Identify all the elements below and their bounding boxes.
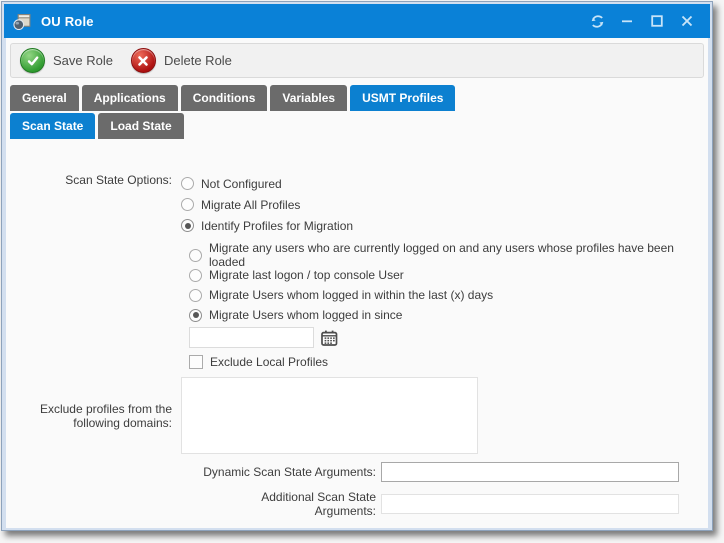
radio-label: Migrate any users who are currently logg… bbox=[209, 241, 705, 269]
tab-scan-state[interactable]: Scan State bbox=[10, 113, 95, 139]
radio-migrate-all-profiles[interactable]: Migrate All Profiles bbox=[181, 194, 353, 215]
ou-role-window: OU Role bbox=[1, 1, 713, 531]
radio-label: Identify Profiles for Migration bbox=[201, 219, 353, 233]
close-button[interactable] bbox=[672, 8, 702, 34]
profile-options-group: Not Configured Migrate All Profiles Iden… bbox=[181, 173, 353, 236]
delete-role-label: Delete Role bbox=[164, 53, 232, 68]
radio-migrate-logged-on-users[interactable]: Migrate any users who are currently logg… bbox=[189, 245, 705, 265]
maximize-icon bbox=[651, 15, 663, 27]
tab-load-state[interactable]: Load State bbox=[98, 113, 183, 139]
additional-scan-args-label: Additional Scan State Arguments: bbox=[9, 490, 381, 518]
exclude-domains-textarea[interactable] bbox=[181, 377, 478, 454]
calendar-button[interactable] bbox=[321, 330, 338, 346]
radio-icon bbox=[189, 289, 202, 302]
refresh-button[interactable] bbox=[582, 8, 612, 34]
radio-label: Migrate last logon / top console User bbox=[209, 268, 404, 282]
checkbox-label: Exclude Local Profiles bbox=[210, 355, 328, 369]
app-icon bbox=[12, 12, 34, 31]
exclude-domains-label: Exclude profiles from the following doma… bbox=[9, 402, 181, 430]
since-date-input[interactable] bbox=[189, 327, 314, 348]
radio-not-configured[interactable]: Not Configured bbox=[181, 173, 353, 194]
user-options-group: Migrate any users who are currently logg… bbox=[189, 245, 705, 325]
titlebar: OU Role bbox=[4, 4, 710, 38]
stage: OU Role bbox=[0, 0, 724, 543]
radio-identify-profiles[interactable]: Identify Profiles for Migration bbox=[181, 215, 353, 236]
tab-applications[interactable]: Applications bbox=[82, 85, 178, 111]
radio-icon bbox=[189, 249, 202, 262]
radio-icon bbox=[189, 269, 202, 282]
checkbox-icon bbox=[189, 355, 203, 369]
sub-tabs: Scan State Load State bbox=[10, 113, 705, 139]
radio-migrate-last-x-days[interactable]: Migrate Users whom logged in within the … bbox=[189, 285, 705, 305]
additional-scan-args-input[interactable] bbox=[381, 494, 679, 514]
scan-state-options-row: Scan State Options: Not Configured Migra… bbox=[9, 173, 705, 236]
radio-migrate-since[interactable]: Migrate Users whom logged in since bbox=[189, 305, 705, 325]
delete-role-button[interactable]: Delete Role bbox=[131, 48, 232, 73]
minimize-icon bbox=[621, 15, 633, 27]
maximize-button[interactable] bbox=[642, 8, 672, 34]
exclude-local-profiles-checkbox[interactable]: Exclude Local Profiles bbox=[189, 355, 705, 369]
calendar-icon bbox=[321, 330, 338, 346]
delete-x-icon bbox=[131, 48, 156, 73]
save-check-icon bbox=[20, 48, 45, 73]
tab-variables[interactable]: Variables bbox=[270, 85, 347, 111]
scan-state-options-label: Scan State Options: bbox=[9, 173, 181, 236]
scan-state-panel: Scan State Options: Not Configured Migra… bbox=[9, 139, 705, 518]
radio-icon bbox=[181, 219, 194, 232]
radio-label: Migrate Users whom logged in since bbox=[209, 308, 402, 322]
radio-label: Not Configured bbox=[201, 177, 282, 191]
radio-icon bbox=[189, 309, 202, 322]
toolbar: Save Role Delete Role bbox=[10, 43, 704, 78]
save-role-button[interactable]: Save Role bbox=[20, 48, 113, 73]
radio-icon bbox=[181, 177, 194, 190]
minimize-button[interactable] bbox=[612, 8, 642, 34]
exclude-domains-row: Exclude profiles from the following doma… bbox=[9, 377, 705, 454]
window-title: OU Role bbox=[41, 14, 582, 29]
main-tabs: General Applications Conditions Variable… bbox=[10, 85, 705, 111]
window-body: Save Role Delete Role General Applicatio… bbox=[6, 38, 708, 528]
dynamic-args-row: Dynamic Scan State Arguments: bbox=[9, 462, 705, 482]
radio-label: Migrate Users whom logged in within the … bbox=[209, 288, 493, 302]
radio-icon bbox=[181, 198, 194, 211]
save-role-label: Save Role bbox=[53, 53, 113, 68]
close-icon bbox=[681, 15, 693, 27]
tab-conditions[interactable]: Conditions bbox=[181, 85, 268, 111]
radio-label: Migrate All Profiles bbox=[201, 198, 300, 212]
tab-usmt-profiles[interactable]: USMT Profiles bbox=[350, 85, 455, 111]
dynamic-scan-args-input[interactable] bbox=[381, 462, 679, 482]
tab-general[interactable]: General bbox=[10, 85, 79, 111]
additional-args-row: Additional Scan State Arguments: bbox=[9, 490, 705, 518]
since-date-row bbox=[189, 327, 705, 348]
dynamic-scan-args-label: Dynamic Scan State Arguments: bbox=[9, 465, 381, 479]
refresh-icon bbox=[590, 14, 605, 29]
